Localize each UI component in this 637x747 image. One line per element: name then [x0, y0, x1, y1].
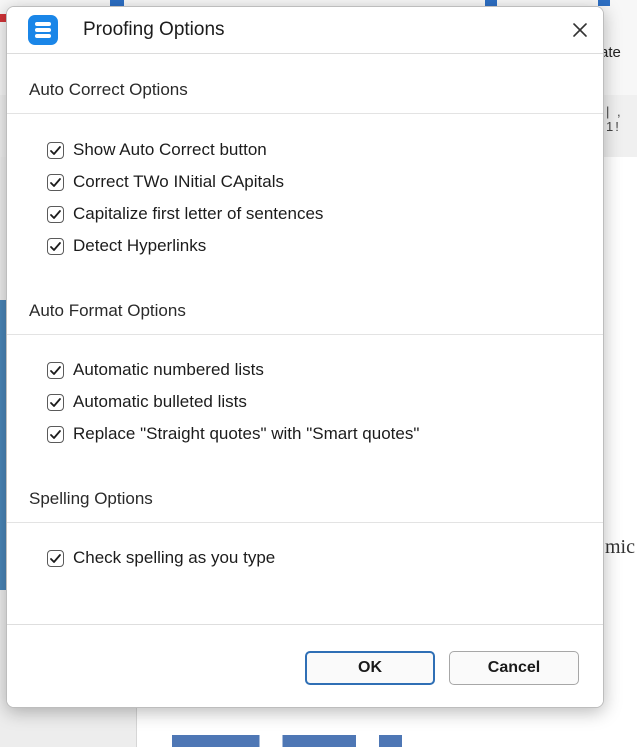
checkbox-detect-hyperlinks[interactable]: Detect Hyperlinks [47, 234, 206, 258]
background-document-heading [172, 735, 402, 747]
checkbox-automatic-numbered-lists[interactable]: Automatic numbered lists [47, 358, 264, 382]
checkbox-label: Check spelling as you type [73, 548, 276, 567]
section-header-auto-correct: Auto Correct Options [7, 54, 603, 114]
checkbox-label: Automatic bulleted lists [73, 392, 247, 411]
section-title: Auto Correct Options [29, 80, 188, 99]
dialog-title: Proofing Options [83, 19, 225, 40]
section-header-spelling: Spelling Options [7, 463, 603, 523]
ok-button[interactable]: OK [305, 651, 435, 685]
checkbox-check-spelling-as-you-type[interactable]: Check spelling as you type [47, 546, 275, 570]
checkbox-automatic-bulleted-lists[interactable]: Automatic bulleted lists [47, 390, 247, 414]
checkbox-checked-icon[interactable] [47, 393, 64, 411]
section-header-auto-format: Auto Format Options [7, 275, 603, 335]
checkbox-correct-two-initial-capitals[interactable]: Correct TWo INitial CApitals [47, 170, 284, 194]
checkbox-label: Detect Hyperlinks [73, 236, 207, 255]
checkbox-checked-icon[interactable] [47, 549, 64, 567]
dialog-footer: OK Cancel [7, 624, 603, 707]
section-title: Auto Format Options [29, 301, 186, 320]
menu-list-icon [28, 15, 58, 45]
checkbox-label: Replace "Straight quotes" with "Smart qu… [73, 424, 420, 443]
checkbox-checked-icon[interactable] [47, 425, 64, 443]
cancel-button[interactable]: Cancel [449, 651, 579, 685]
checkbox-checked-icon[interactable] [47, 361, 64, 379]
background-ruler-marks: | , 1! [606, 104, 623, 134]
dialog-titlebar: Proofing Options [7, 7, 603, 54]
checkbox-checked-icon[interactable] [47, 173, 64, 191]
checkbox-label: Show Auto Correct button [73, 140, 267, 159]
checkbox-replace-smart-quotes[interactable]: Replace "Straight quotes" with "Smart qu… [47, 422, 419, 446]
close-icon [573, 23, 587, 37]
checkbox-capitalize-first-letter[interactable]: Capitalize first letter of sentences [47, 202, 323, 226]
background-document-text: mic [605, 536, 635, 558]
checkbox-label: Correct TWo INitial CApitals [73, 172, 284, 191]
checkbox-show-auto-correct-button[interactable]: Show Auto Correct button [47, 138, 267, 162]
proofing-options-dialog: Proofing Options Auto Correct Options Sh… [6, 6, 604, 708]
checkbox-checked-icon[interactable] [47, 205, 64, 223]
background-toolbar-icon [598, 0, 610, 6]
close-button[interactable] [563, 13, 597, 47]
checkbox-checked-icon[interactable] [47, 237, 64, 255]
checkbox-checked-icon[interactable] [47, 141, 64, 159]
checkbox-label: Automatic numbered lists [73, 360, 264, 379]
section-title: Spelling Options [29, 489, 153, 508]
checkbox-label: Capitalize first letter of sentences [73, 204, 324, 223]
